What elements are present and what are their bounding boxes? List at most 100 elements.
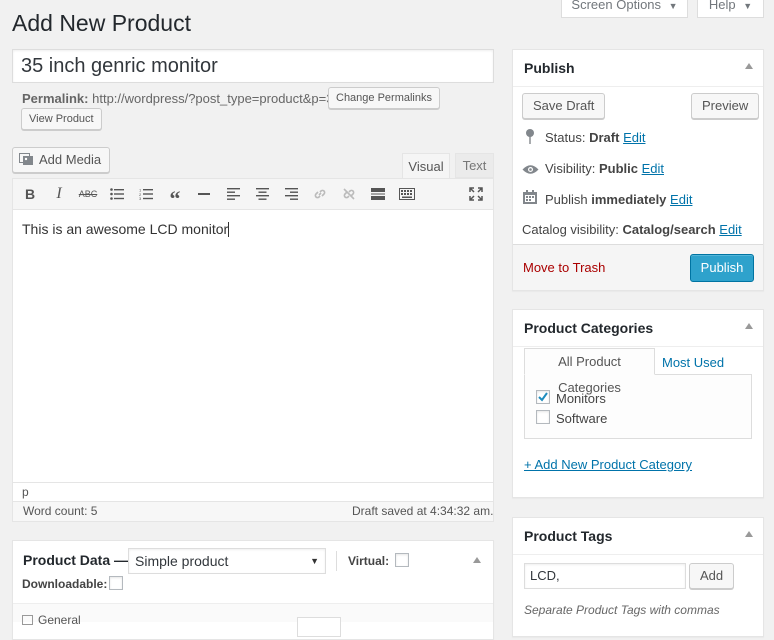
fullscreen-icon[interactable]: [465, 182, 487, 206]
toolbar-toggle-icon[interactable]: [396, 182, 418, 206]
publish-date-label: Publish: [545, 192, 588, 207]
align-left-icon[interactable]: [222, 182, 244, 206]
tags-input[interactable]: LCD,: [524, 563, 686, 589]
publish-button[interactable]: Publish: [690, 254, 754, 282]
category-label-monitors: Monitors: [556, 391, 606, 406]
media-icon: [19, 150, 34, 165]
permalink-url[interactable]: http://wordpress/?post_type=product&p=31: [92, 91, 341, 106]
draft-saved-status: Draft saved at 4:34:32 am.: [352, 504, 494, 518]
chevron-down-icon: ▼: [743, 1, 753, 11]
catalog-visibility-label: Catalog visibility:: [522, 222, 619, 237]
category-label-software: Software: [556, 411, 608, 426]
editor-content[interactable]: This is an awesome LCD monitor: [22, 221, 230, 237]
status-label: Status:: [545, 130, 586, 145]
product-type-select[interactable]: Simple product ▼: [128, 548, 326, 574]
status-value: Draft: [589, 130, 620, 145]
save-draft-button[interactable]: Save Draft: [522, 93, 606, 119]
price-input[interactable]: [297, 617, 341, 637]
panel-divider: [513, 86, 763, 87]
tab-general[interactable]: General: [22, 613, 81, 627]
move-to-trash-link[interactable]: Move to Trash: [523, 260, 605, 275]
product-categories-title: Product Categories: [524, 320, 654, 336]
svg-text:3: 3: [139, 196, 142, 200]
unlink-icon[interactable]: [338, 182, 360, 206]
tab-general-label: General: [38, 613, 81, 627]
product-tags-title: Product Tags: [524, 528, 613, 544]
divider: [336, 551, 337, 571]
dropdown-arrow-icon: ▼: [310, 556, 319, 566]
help-button[interactable]: Help ▼: [697, 0, 764, 18]
virtual-checkbox[interactable]: [395, 553, 409, 567]
product-data-title: Product Data —: [23, 552, 129, 568]
screen-options-button[interactable]: Screen Options ▼: [561, 0, 688, 18]
numbered-list-icon[interactable]: 123: [135, 182, 157, 206]
read-more-icon[interactable]: [367, 182, 389, 206]
tab-all-categories[interactable]: All Product Categories: [524, 348, 655, 395]
strikethrough-icon[interactable]: ABC: [77, 182, 99, 206]
bold-icon[interactable]: B: [19, 182, 41, 206]
product-data-tabs: [13, 604, 493, 622]
permalink-label: Permalink:: [22, 91, 89, 106]
publish-date-value: immediately: [591, 192, 667, 207]
visibility-row: Visibility: Public Edit: [545, 161, 664, 176]
align-right-icon[interactable]: [280, 182, 302, 206]
downloadable-label: Downloadable:: [22, 577, 108, 591]
tab-text[interactable]: Text: [455, 153, 494, 178]
change-permalinks-button[interactable]: Change Permalinks: [328, 87, 440, 109]
word-count: Word count: 5: [23, 504, 98, 518]
status-edit-link[interactable]: Edit: [623, 130, 645, 145]
calendar-icon: [523, 190, 537, 207]
editor-statusbar-path: p: [13, 482, 493, 501]
screen-options-label: Screen Options: [571, 0, 662, 12]
panel-divider: [513, 554, 763, 555]
catalog-visibility-row: Catalog visibility: Catalog/search Edit: [522, 222, 742, 237]
tab-text-label: Text: [462, 158, 487, 173]
horizontal-line-icon[interactable]: [193, 182, 215, 206]
text-cursor: [228, 222, 230, 237]
tab-visual[interactable]: Visual: [402, 153, 450, 180]
chevron-down-icon: ▼: [668, 1, 678, 11]
catalog-visibility-edit-link[interactable]: Edit: [719, 222, 741, 237]
italic-icon[interactable]: I: [48, 182, 70, 206]
preview-button[interactable]: Preview: [691, 93, 760, 119]
tags-hint: Separate Product Tags with commas: [524, 603, 720, 617]
category-checkbox-monitors[interactable]: [536, 390, 550, 404]
collapse-arrow-icon[interactable]: [745, 323, 753, 329]
eye-icon: [522, 162, 539, 178]
product-title-value: 35 inch genric monitor: [21, 55, 218, 77]
product-type-value: Simple product: [135, 553, 229, 569]
page-title: Add New Product: [12, 10, 191, 36]
product-title-input[interactable]: 35 inch genric monitor: [12, 49, 494, 83]
add-media-button[interactable]: Add Media: [12, 147, 111, 173]
status-row: Status: Draft Edit: [545, 130, 645, 145]
panel-divider: [513, 346, 763, 347]
visibility-label: Visibility:: [545, 161, 596, 176]
general-icon: [22, 615, 33, 625]
view-product-button[interactable]: View Product: [21, 108, 102, 130]
tags-input-value: LCD,: [530, 568, 560, 583]
visibility-edit-link[interactable]: Edit: [642, 161, 664, 176]
collapse-arrow-icon[interactable]: [745, 63, 753, 69]
category-checkbox-software[interactable]: [536, 410, 550, 424]
blockquote-icon[interactable]: “: [164, 182, 186, 209]
add-new-category-link[interactable]: + Add New Product Category: [524, 457, 692, 472]
help-label: Help: [708, 0, 736, 12]
editor-path-text: p: [22, 485, 29, 499]
publish-date-edit-link[interactable]: Edit: [670, 192, 692, 207]
publish-date-row: Publish immediately Edit: [545, 192, 692, 207]
virtual-label: Virtual:: [348, 554, 390, 568]
align-center-icon[interactable]: [251, 182, 273, 206]
tab-most-used[interactable]: Most Used: [662, 355, 724, 370]
pin-icon: [524, 128, 536, 147]
downloadable-checkbox[interactable]: [109, 576, 123, 590]
link-icon[interactable]: [309, 182, 331, 206]
visibility-value: Public: [598, 161, 638, 176]
tab-visual-label: Visual: [408, 159, 444, 174]
add-tag-button[interactable]: Add: [689, 563, 735, 589]
add-media-label: Add Media: [39, 152, 102, 167]
collapse-arrow-icon[interactable]: [745, 531, 753, 537]
tab-all-categories-label: All Product Categories: [558, 354, 621, 395]
collapse-arrow-icon[interactable]: [473, 557, 481, 563]
editor-content-text: This is an awesome LCD monitor: [22, 221, 229, 237]
bullet-list-icon[interactable]: [106, 182, 128, 206]
